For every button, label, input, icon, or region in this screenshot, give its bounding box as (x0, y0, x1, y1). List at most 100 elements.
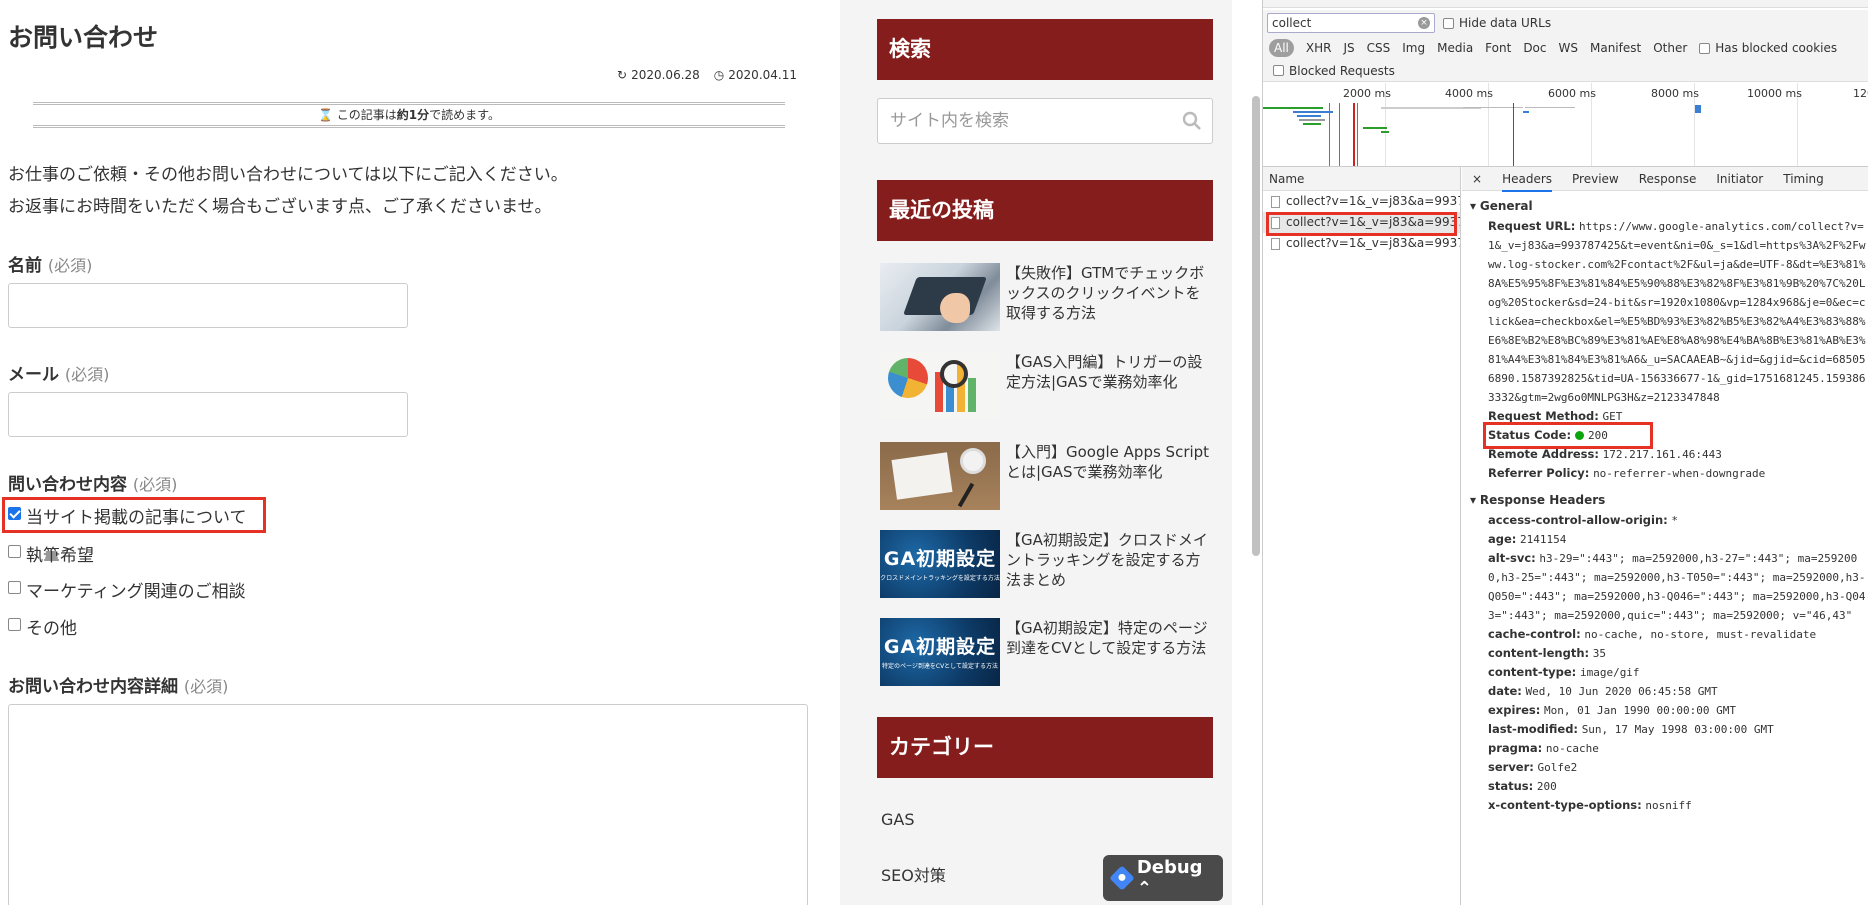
recent-post[interactable]: GA初期設定 特定のページ到達をCVとして設定する方法 【GA初期設定】特定のペ… (880, 618, 1220, 690)
response-header-row: expires: Mon, 01 Jan 1990 00:00:00 GMT (1488, 703, 1737, 717)
option-marketing[interactable]: マーケティング関連のご相談 (8, 577, 246, 602)
option-writing-checkbox[interactable] (8, 545, 21, 558)
referrer-policy: Referrer Policy: no-referrer-when-downgr… (1488, 466, 1766, 480)
filter-doc[interactable]: Doc (1523, 41, 1546, 55)
hide-data-urls-checkbox[interactable] (1443, 18, 1454, 29)
charts-photo-thumbnail[interactable] (880, 352, 1000, 420)
timeline-tick: 1200 (1853, 87, 1868, 100)
intro-text-2: お返事にお時間をいただく場合もございます点、ご了承くださいませ。 (8, 197, 552, 217)
response-header-row: status: 200 (1488, 779, 1557, 793)
recent-post[interactable]: 【GAS入門編】トリガーの設定方法|GASで業務効率化 (880, 352, 1220, 424)
response-header-row: date: Wed, 10 Jun 2020 06:45:58 GMT (1488, 684, 1718, 698)
search-icon[interactable] (1182, 111, 1202, 131)
page-scrollbar[interactable] (1236, 0, 1262, 905)
highlight-checkbox-annotation (2, 497, 266, 533)
timeline-tick: 4000 ms (1445, 87, 1493, 100)
response-header-row: content-length: 35 (1488, 646, 1607, 660)
response-header-row: server: Golfe2 (1488, 760, 1578, 774)
name-column-header[interactable]: Name (1263, 167, 1460, 191)
article-dates: ↻ 2020.06.28 ◷ 2020.04.11 (617, 68, 797, 82)
filter-ws[interactable]: WS (1559, 41, 1578, 55)
close-details-icon[interactable]: × (1472, 172, 1482, 186)
filter-xhr[interactable]: XHR (1306, 41, 1332, 55)
gtm-debug-button[interactable]: Debug ⌃ (1103, 855, 1223, 901)
site-search[interactable] (877, 98, 1213, 144)
recent-post[interactable]: GA初期設定 クロスドメイントラッキングを設定する方法 【GA初期設定】クロスド… (880, 530, 1220, 602)
category-gas[interactable]: GAS (881, 810, 915, 829)
blocked-requests-option[interactable]: Blocked Requests (1263, 60, 1868, 82)
recent-post[interactable]: 【入門】Google Apps Scriptとは|GASで業務効率化 (880, 442, 1220, 514)
general-section-toggle[interactable]: General (1462, 199, 1868, 217)
response-header-row: age: 2141154 (1488, 532, 1567, 546)
highlight-request-annotation (1266, 212, 1457, 236)
response-header-row: x-content-type-options: nosniff (1488, 798, 1692, 812)
timeline-tick: 6000 ms (1548, 87, 1596, 100)
option-marketing-checkbox[interactable] (8, 581, 21, 594)
search-input[interactable] (878, 99, 1158, 143)
request-details: × Headers Preview Response Initiator Tim… (1462, 167, 1868, 905)
filter-input[interactable]: collect × (1267, 13, 1435, 33)
laptop-photo-thumbnail[interactable] (880, 263, 1000, 331)
page-scrollbar-thumb[interactable] (1252, 96, 1260, 556)
history-icon: ↻ (617, 68, 628, 82)
response-header-row: alt-svc: h3-29=":443"; ma=2592000,h3-27=… (1488, 551, 1866, 622)
filter-js[interactable]: JS (1343, 41, 1354, 55)
option-writing[interactable]: 執筆希望 (8, 541, 94, 566)
response-header-row: pragma: no-cache (1488, 741, 1599, 755)
gtm-logo-icon (1109, 865, 1135, 891)
network-timeline[interactable]: 2000 ms 4000 ms 6000 ms 8000 ms 10000 ms… (1263, 83, 1868, 167)
filter-row: collect × Hide data URLs (1263, 10, 1868, 36)
name-label: 名前 (必須) (8, 256, 93, 276)
request-row[interactable]: collect?v=1&_v=j83&a=9937... (1263, 233, 1460, 254)
request-row[interactable]: collect?v=1&_v=j83&a=9937... (1263, 191, 1460, 212)
reading-time-notice: ⌛ この記事は約1分で読めます。 (33, 102, 785, 128)
tab-response[interactable]: Response (1639, 172, 1697, 186)
highlight-status-annotation (1483, 422, 1653, 449)
clear-filter-icon[interactable]: × (1418, 17, 1430, 29)
timeline-tick: 8000 ms (1651, 87, 1699, 100)
desk-photo-thumbnail[interactable] (880, 442, 1000, 510)
email-label: メール (必須) (8, 365, 110, 385)
filter-all[interactable]: All (1269, 39, 1294, 57)
tab-timing[interactable]: Timing (1783, 172, 1824, 186)
option-other[interactable]: その他 (8, 614, 77, 639)
option-other-checkbox[interactable] (8, 618, 21, 631)
page-title: お問い合わせ (8, 23, 159, 52)
hide-data-urls-option[interactable]: Hide data URLs (1443, 16, 1551, 30)
published-date: ◷ 2020.04.11 (713, 68, 797, 82)
email-field[interactable] (8, 392, 408, 437)
ga-banner-thumbnail[interactable]: GA初期設定 特定のページ到達をCVとして設定する方法 (880, 618, 1000, 686)
tab-headers[interactable]: Headers (1502, 172, 1553, 192)
search-widget-title: 検索 (877, 19, 1213, 80)
filter-manifest[interactable]: Manifest (1590, 41, 1641, 55)
filter-font[interactable]: Font (1485, 41, 1511, 55)
blocked-requests-checkbox[interactable] (1273, 65, 1284, 76)
filter-css[interactable]: CSS (1367, 41, 1391, 55)
has-blocked-cookies-option[interactable]: Has blocked cookies (1699, 41, 1837, 55)
filter-img[interactable]: Img (1402, 41, 1425, 55)
tab-initiator[interactable]: Initiator (1716, 172, 1763, 186)
category-seo[interactable]: SEO対策 (881, 862, 946, 886)
filter-media[interactable]: Media (1437, 41, 1473, 55)
timeline-tick: 10000 ms (1747, 87, 1802, 100)
ga-banner-thumbnail[interactable]: GA初期設定 クロスドメイントラッキングを設定する方法 (880, 530, 1000, 598)
detail-textarea[interactable] (8, 704, 808, 905)
response-headers-list: access-control-allow-origin: * age: 21411… (1462, 511, 1868, 815)
updated-date: ↻ 2020.06.28 (617, 68, 700, 82)
recent-post[interactable]: 【失敗作】GTMでチェックボックスのクリックイベントを取得する方法 (880, 263, 1220, 335)
response-headers-toggle[interactable]: Response Headers (1462, 493, 1868, 511)
sidebar: 検索 最近の投稿 【失敗作】GTMでチェックボックスのクリックイベントを取得する… (840, 0, 1232, 905)
name-field[interactable] (8, 283, 408, 328)
timeline-tick: 2000 ms (1343, 87, 1391, 100)
has-blocked-cookies-checkbox[interactable] (1699, 43, 1711, 54)
details-tabs: × Headers Preview Response Initiator Tim… (1462, 167, 1868, 192)
clock-icon: ◷ (713, 68, 725, 82)
devtools-toolbar (1263, 0, 1868, 8)
request-url: Request URL: https://www.google-analytic… (1488, 219, 1866, 404)
file-icon (1271, 237, 1280, 250)
tab-preview[interactable]: Preview (1572, 172, 1619, 186)
response-header-row: content-type: image/gif (1488, 665, 1640, 679)
recent-posts-title: 最近の投稿 (877, 180, 1213, 241)
response-header-row: last-modified: Sun, 17 May 1998 03:00:00… (1488, 722, 1774, 736)
filter-other[interactable]: Other (1653, 41, 1687, 55)
